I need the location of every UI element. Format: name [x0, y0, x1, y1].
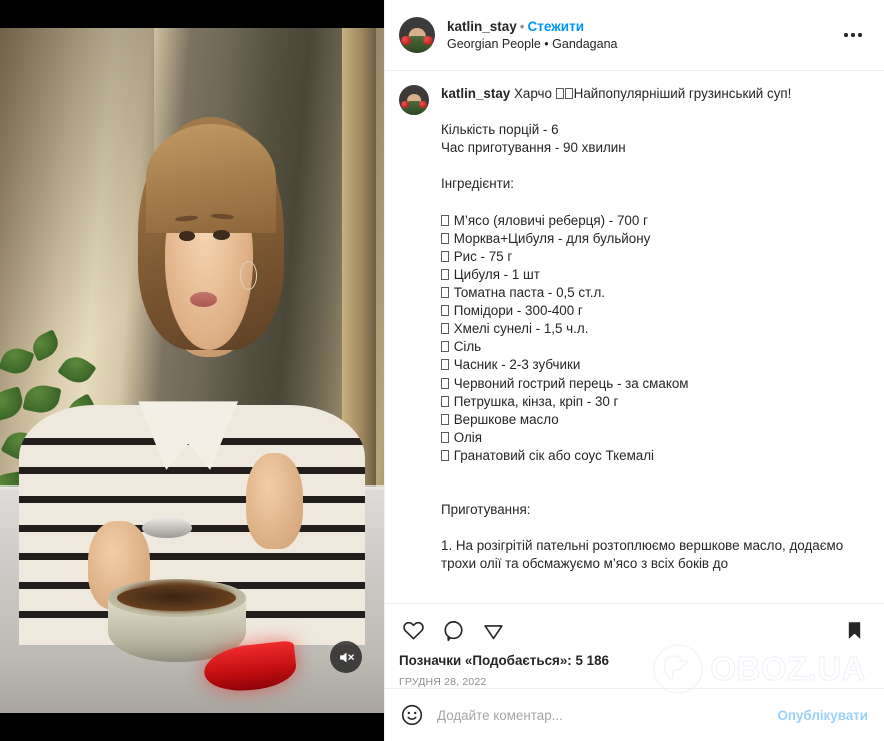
missing-glyph-icon	[441, 250, 449, 262]
ingredient-item: Цибуля - 1 шт	[450, 266, 540, 282]
letterbox-bottom	[0, 713, 384, 741]
hand-right	[245, 452, 304, 549]
missing-glyph-icon	[441, 305, 449, 317]
ingredient-item: Гранатовий сік або соус Ткемалі	[450, 447, 655, 463]
more-options-button[interactable]	[838, 23, 868, 47]
ingredient-item: Морква+Цибуля - для бульйону	[450, 230, 651, 246]
missing-glyph-icon	[441, 323, 449, 335]
follow-button[interactable]: Стежити	[528, 19, 584, 34]
caption-body: katlin_stay Харчо Найпопулярніший грузин…	[441, 85, 868, 593]
header-text-block: katlin_stay • Стежити Georgian People • Ga…	[447, 18, 838, 53]
ingredient-item: Петрушка, кінза, кріп - 30 г	[450, 393, 619, 409]
ingredient-item: Рис - 75 г	[450, 248, 513, 264]
spoon	[142, 517, 192, 539]
prep-step-text: 1. На розігрітій пательні розтоплюємо ве…	[441, 538, 847, 572]
emoji-picker-button[interactable]	[399, 702, 425, 728]
missing-glyph-icon	[441, 449, 449, 461]
ingredient-item: Вершкове масло	[450, 411, 559, 427]
video-player[interactable]	[0, 28, 384, 713]
bookmark-filled-icon	[848, 621, 860, 639]
caption-section: katlin_stay Харчо Найпопулярніший грузин…	[385, 71, 884, 604]
ingredient-item: Часник - 2-3 зубчики	[450, 357, 581, 373]
header-username-row: katlin_stay • Стежити	[447, 18, 838, 35]
letterbox-top	[0, 0, 384, 28]
hoop-earring	[240, 260, 258, 290]
like-button[interactable]	[399, 616, 427, 644]
avatar[interactable]	[399, 17, 435, 53]
ingredient-item: Олія	[450, 429, 483, 445]
missing-glyph-icon	[441, 413, 449, 425]
post-sidebar: katlin_stay • Стежити Georgian People • Ga…	[384, 0, 884, 741]
post-actions: Позначки «Подобається»: 5 186 ГРУДНЯ 28,…	[385, 604, 884, 688]
post-media-panel[interactable]	[0, 0, 384, 741]
mute-toggle-button[interactable]	[330, 641, 362, 673]
prep-heading-text: Приготування:	[441, 502, 531, 518]
like-count-label[interactable]: Позначки «Подобається»: 5 186	[399, 652, 868, 670]
missing-glyph-icon	[555, 88, 564, 99]
share-button[interactable]	[479, 616, 507, 644]
ingredient-item: Сіль	[450, 339, 482, 355]
missing-glyph-icon	[564, 88, 573, 99]
instagram-post-embed: katlin_stay • Стежити Georgian People • Ga…	[0, 0, 884, 741]
caption-avatar[interactable]	[399, 85, 429, 115]
caption-intro: Найпопулярніший грузинський суп! Кількіс…	[441, 86, 792, 192]
more-options-icon	[844, 33, 848, 37]
ingredient-item: Червоний гострий перець - за смаком	[450, 375, 689, 391]
missing-glyph-icon	[441, 341, 449, 353]
share-paper-plane-icon	[483, 624, 503, 639]
post-comment-button[interactable]: Опублікувати	[777, 708, 868, 723]
missing-glyph-icon	[441, 431, 449, 443]
muted-speaker-icon	[339, 652, 354, 662]
ingredient-item: Томатна паста - 0,5 ст.л.	[450, 285, 606, 301]
missing-glyph-icon	[441, 359, 449, 371]
header-separator: •	[519, 18, 525, 34]
caption-username[interactable]: katlin_stay	[441, 86, 510, 101]
emoji-smiley-icon	[401, 704, 423, 726]
caption-text: katlin_stay Харчо Найпопулярніший грузин…	[441, 85, 868, 574]
soup-bowl	[107, 579, 246, 662]
header-username[interactable]: katlin_stay	[447, 19, 517, 34]
caption-ingredient-list: М’ясо (яловичі реберця) - 700 г Морква+Ц…	[441, 213, 688, 463]
comment-button[interactable]	[439, 616, 467, 644]
comment-input-bar: Опублікувати	[385, 688, 884, 741]
ingredient-item: Помідори - 300-400 г	[450, 303, 583, 319]
header-audio-label[interactable]: Georgian People • Gandagana	[447, 36, 838, 53]
post-header: katlin_stay • Стежити Georgian People • Ga…	[385, 0, 884, 71]
person-hair-front	[145, 123, 277, 234]
comment-bubble-icon	[443, 620, 463, 641]
missing-glyph-icon	[441, 377, 449, 389]
missing-glyph-icon	[441, 268, 449, 280]
ingredient-item: М’ясо (яловичі реберця) - 700 г	[450, 212, 648, 228]
save-button[interactable]	[840, 616, 868, 644]
ingredient-item: Хмелі сунелі - 1,5 ч.л.	[450, 321, 589, 337]
caption-title: Харчо	[513, 86, 556, 101]
heart-icon	[402, 621, 424, 639]
missing-glyph-icon	[441, 287, 449, 299]
missing-glyph-icon	[441, 214, 449, 226]
comment-input[interactable]	[437, 707, 778, 723]
post-date: ГРУДНЯ 28, 2022	[399, 676, 487, 688]
missing-glyph-icon	[441, 395, 449, 407]
missing-glyph-icon	[441, 232, 449, 244]
action-icon-row	[399, 613, 868, 647]
